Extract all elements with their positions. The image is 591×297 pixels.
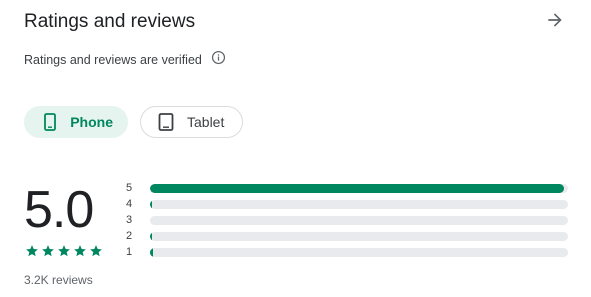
histogram-track bbox=[150, 199, 568, 209]
histogram-star-label: 3 bbox=[126, 214, 133, 226]
histogram-row: 4 bbox=[126, 196, 569, 212]
star-icon bbox=[56, 243, 71, 258]
rating-histogram: 5 4 3 2 1 bbox=[126, 180, 569, 260]
device-chip-tablet-label: Tablet bbox=[187, 114, 225, 130]
histogram-star-label: 1 bbox=[126, 246, 133, 258]
histogram-star-label: 2 bbox=[126, 230, 133, 242]
tablet-icon bbox=[157, 113, 175, 131]
histogram-track bbox=[150, 183, 568, 193]
average-rating: 5.0 bbox=[24, 181, 94, 239]
phone-icon bbox=[41, 113, 58, 131]
histogram-track bbox=[150, 247, 568, 257]
verified-notice: Ratings and reviews are verified bbox=[24, 50, 227, 70]
star-icon bbox=[88, 243, 103, 258]
histogram-row: 1 bbox=[126, 244, 569, 260]
histogram-row: 5 bbox=[126, 180, 569, 196]
device-chip-phone[interactable]: Phone bbox=[24, 106, 128, 138]
histogram-fill bbox=[150, 183, 564, 193]
histogram-star-label: 5 bbox=[126, 182, 133, 194]
histogram-row: 3 bbox=[126, 212, 569, 228]
star-icon bbox=[24, 243, 39, 258]
histogram-row: 2 bbox=[126, 228, 569, 244]
see-all-ratings-button[interactable] bbox=[541, 10, 569, 34]
histogram-fill bbox=[150, 231, 152, 241]
device-chip-phone-label: Phone bbox=[70, 114, 113, 130]
histogram-star-label: 4 bbox=[126, 198, 133, 210]
info-button[interactable] bbox=[211, 50, 227, 70]
star-icon bbox=[72, 243, 87, 258]
star-icon bbox=[40, 243, 55, 258]
verified-text: Ratings and reviews are verified bbox=[24, 53, 202, 67]
info-icon bbox=[211, 50, 226, 70]
star-rating bbox=[24, 243, 103, 258]
reviews-count: 3.2K reviews bbox=[24, 273, 93, 287]
histogram-track bbox=[150, 231, 568, 241]
histogram-fill bbox=[150, 247, 153, 257]
arrow-forward-icon bbox=[545, 10, 565, 35]
histogram-track bbox=[150, 215, 568, 225]
device-chip-tablet[interactable]: Tablet bbox=[140, 106, 243, 138]
histogram-fill bbox=[150, 199, 152, 209]
section-title: Ratings and reviews bbox=[24, 11, 196, 32]
